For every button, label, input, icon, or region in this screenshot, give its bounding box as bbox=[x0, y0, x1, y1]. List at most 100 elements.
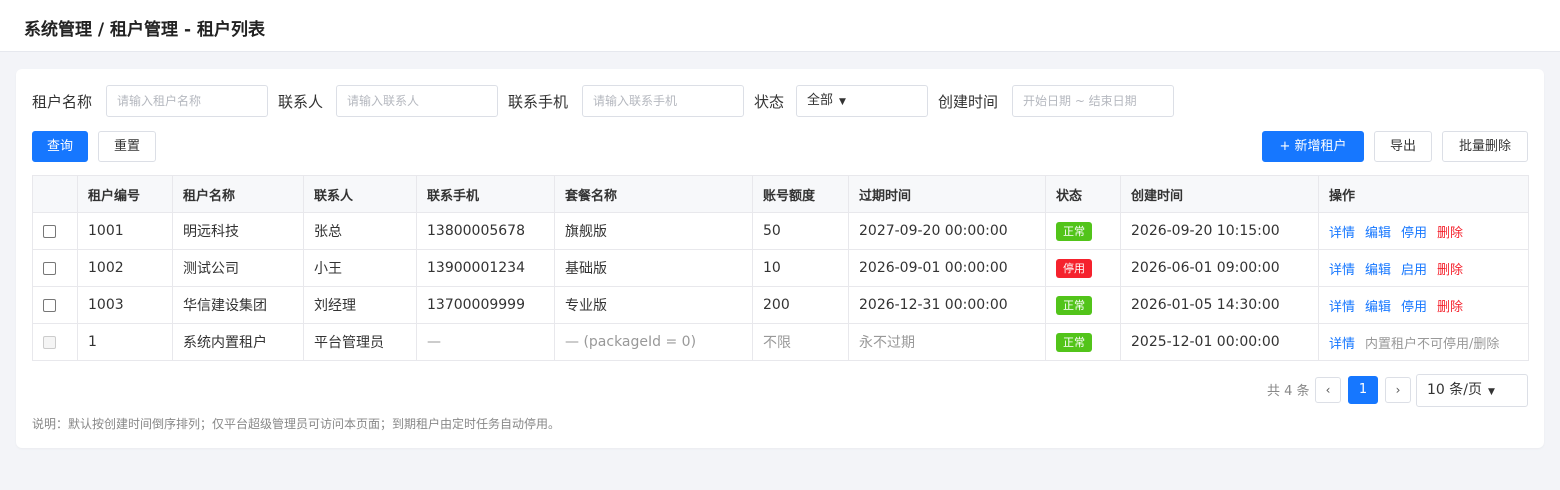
batch-delete-button[interactable]: 批量删除 bbox=[1442, 131, 1528, 162]
detail-link[interactable]: 详情 bbox=[1329, 226, 1355, 241]
cell-created: 2026-06-01 09:00:00 bbox=[1120, 249, 1319, 287]
status-badge: 正常 bbox=[1056, 295, 1092, 315]
cell-package: — (packageId = 0) bbox=[554, 323, 753, 361]
cell-name: 华信建设集团 bbox=[172, 286, 304, 324]
row-checkbox[interactable] bbox=[43, 224, 56, 238]
status-badge: 正常 bbox=[1056, 332, 1092, 352]
detail-link[interactable]: 详情 bbox=[1329, 263, 1355, 278]
delete-link[interactable]: 删除 bbox=[1437, 263, 1463, 278]
cell-contact: 平台管理员 bbox=[303, 323, 417, 361]
cell-phone: 13800005678 bbox=[416, 212, 555, 250]
contact-input[interactable]: 请输入联系人 bbox=[336, 85, 498, 117]
row-select-cell bbox=[32, 212, 78, 250]
page-size-select[interactable]: 10 条/页 ▼ bbox=[1416, 374, 1528, 407]
cell-quota: 200 bbox=[752, 286, 849, 324]
page-title: 系统管理 / 租户管理 - 租户列表 bbox=[24, 20, 265, 40]
detail-link[interactable]: 详情 bbox=[1329, 300, 1355, 315]
col-header-quota[interactable]: 账号额度 bbox=[752, 175, 849, 213]
row-select-cell bbox=[32, 249, 78, 287]
cell-actions: 详情 编辑 停用 删除 bbox=[1318, 212, 1529, 250]
cell-phone: 13900001234 bbox=[416, 249, 555, 287]
cell-actions: 详情 内置租户不可停用/删除 bbox=[1318, 323, 1529, 361]
cell-phone: 13700009999 bbox=[416, 286, 555, 324]
tenant-list-card: 租户名称 请输入租户名称 联系人 请输入联系人 联系手机 请输入联系手机 状态 … bbox=[16, 69, 1544, 448]
col-header-name[interactable]: 租户名称 bbox=[172, 175, 304, 213]
table-row: 1 系统内置租户 平台管理员 — — (packageId = 0) 不限 永不… bbox=[32, 323, 1529, 361]
table-header-row: 租户编号 租户名称 联系人 联系手机 套餐名称 账号额度 过期时间 状态 创建时… bbox=[32, 175, 1529, 213]
cell-id: 1002 bbox=[77, 249, 173, 287]
add-tenant-button[interactable]: + 新增租户 bbox=[1262, 131, 1364, 162]
cell-created: 2026-01-05 14:30:00 bbox=[1120, 286, 1319, 324]
export-button[interactable]: 导出 bbox=[1374, 131, 1432, 162]
col-header-phone[interactable]: 联系手机 bbox=[416, 175, 555, 213]
edit-link[interactable]: 编辑 bbox=[1365, 300, 1391, 315]
table-row: 1001 明远科技 张总 13800005678 旗舰版 50 2027-09-… bbox=[32, 212, 1529, 250]
footer-note: 说明：默认按创建时间倒序排列；仅平台超级管理员可访问本页面；到期租户由定时任务自… bbox=[32, 417, 561, 431]
cell-name: 系统内置租户 bbox=[172, 323, 304, 361]
cell-id: 1003 bbox=[77, 286, 173, 324]
tenant-name-label: 租户名称 bbox=[32, 93, 93, 111]
cell-status: 正常 bbox=[1045, 286, 1121, 324]
phone-input[interactable]: 请输入联系手机 bbox=[582, 85, 744, 117]
builtin-tenant-note: 内置租户不可停用/删除 bbox=[1365, 336, 1500, 352]
cell-id: 1001 bbox=[77, 212, 173, 250]
next-page-button[interactable]: › bbox=[1385, 377, 1411, 403]
row-select-cell bbox=[32, 286, 78, 324]
cell-created: 2025-12-01 00:00:00 bbox=[1120, 323, 1319, 361]
row-select-cell bbox=[32, 323, 78, 361]
col-header-id[interactable]: 租户编号 bbox=[77, 175, 173, 213]
cell-quota: 50 bbox=[752, 212, 849, 250]
pagination-total: 共 4 条 bbox=[1267, 384, 1310, 399]
query-button[interactable]: 查询 bbox=[32, 131, 88, 162]
cell-quota: 不限 bbox=[752, 323, 849, 361]
cell-name: 明远科技 bbox=[172, 212, 304, 250]
cell-actions: 详情 编辑 停用 删除 bbox=[1318, 286, 1529, 324]
cell-actions: 详情 编辑 启用 删除 bbox=[1318, 249, 1529, 287]
cell-expire: 2026-12-31 00:00:00 bbox=[848, 286, 1046, 324]
cell-expire: 永不过期 bbox=[848, 323, 1046, 361]
cell-package: 基础版 bbox=[554, 249, 753, 287]
row-checkbox[interactable] bbox=[43, 261, 56, 275]
col-header-created[interactable]: 创建时间 bbox=[1120, 175, 1319, 213]
tenant-table: 租户编号 租户名称 联系人 联系手机 套餐名称 账号额度 过期时间 状态 创建时… bbox=[32, 175, 1529, 361]
delete-link[interactable]: 删除 bbox=[1437, 226, 1463, 241]
cell-expire: 2027-09-20 00:00:00 bbox=[848, 212, 1046, 250]
tenant-name-input[interactable]: 请输入租户名称 bbox=[106, 85, 268, 117]
col-header-status[interactable]: 状态 bbox=[1045, 175, 1121, 213]
chevron-down-icon: ▼ bbox=[839, 97, 846, 107]
row-checkbox[interactable] bbox=[43, 298, 56, 312]
cell-expire: 2026-09-01 00:00:00 bbox=[848, 249, 1046, 287]
row-checkbox-disabled bbox=[43, 335, 56, 349]
cell-contact: 小王 bbox=[303, 249, 417, 287]
cell-created: 2026-09-20 10:15:00 bbox=[1120, 212, 1319, 250]
edit-link[interactable]: 编辑 bbox=[1365, 226, 1391, 241]
prev-page-button[interactable]: ‹ bbox=[1315, 377, 1341, 403]
enable-link[interactable]: 启用 bbox=[1401, 263, 1427, 278]
disable-link[interactable]: 停用 bbox=[1401, 300, 1427, 315]
cell-status: 正常 bbox=[1045, 323, 1121, 361]
table-row: 1002 测试公司 小王 13900001234 基础版 10 2026-09-… bbox=[32, 249, 1529, 287]
edit-link[interactable]: 编辑 bbox=[1365, 263, 1391, 278]
col-header-expire[interactable]: 过期时间 bbox=[848, 175, 1046, 213]
col-header-package[interactable]: 套餐名称 bbox=[554, 175, 753, 213]
reset-button[interactable]: 重置 bbox=[98, 131, 156, 162]
status-select-value: 全部 bbox=[807, 93, 834, 108]
disable-link[interactable]: 停用 bbox=[1401, 226, 1427, 241]
status-select[interactable]: 全部 ▼ bbox=[796, 85, 928, 117]
cell-phone: — bbox=[416, 323, 555, 361]
col-header-contact[interactable]: 联系人 bbox=[303, 175, 417, 213]
status-badge: 正常 bbox=[1056, 221, 1092, 241]
detail-link[interactable]: 详情 bbox=[1329, 337, 1355, 352]
phone-label: 联系手机 bbox=[508, 93, 569, 111]
cell-package: 旗舰版 bbox=[554, 212, 753, 250]
date-range-picker[interactable]: 开始日期 ~ 结束日期 bbox=[1012, 85, 1174, 117]
cell-status: 正常 bbox=[1045, 212, 1121, 250]
delete-link[interactable]: 删除 bbox=[1437, 300, 1463, 315]
table-row: 1003 华信建设集团 刘经理 13700009999 专业版 200 2026… bbox=[32, 286, 1529, 324]
cell-contact: 张总 bbox=[303, 212, 417, 250]
cell-status: 停用 bbox=[1045, 249, 1121, 287]
status-label: 状态 bbox=[754, 93, 785, 111]
page-1-button[interactable]: 1 bbox=[1348, 376, 1378, 404]
cell-quota: 10 bbox=[752, 249, 849, 287]
contact-label: 联系人 bbox=[278, 93, 324, 111]
